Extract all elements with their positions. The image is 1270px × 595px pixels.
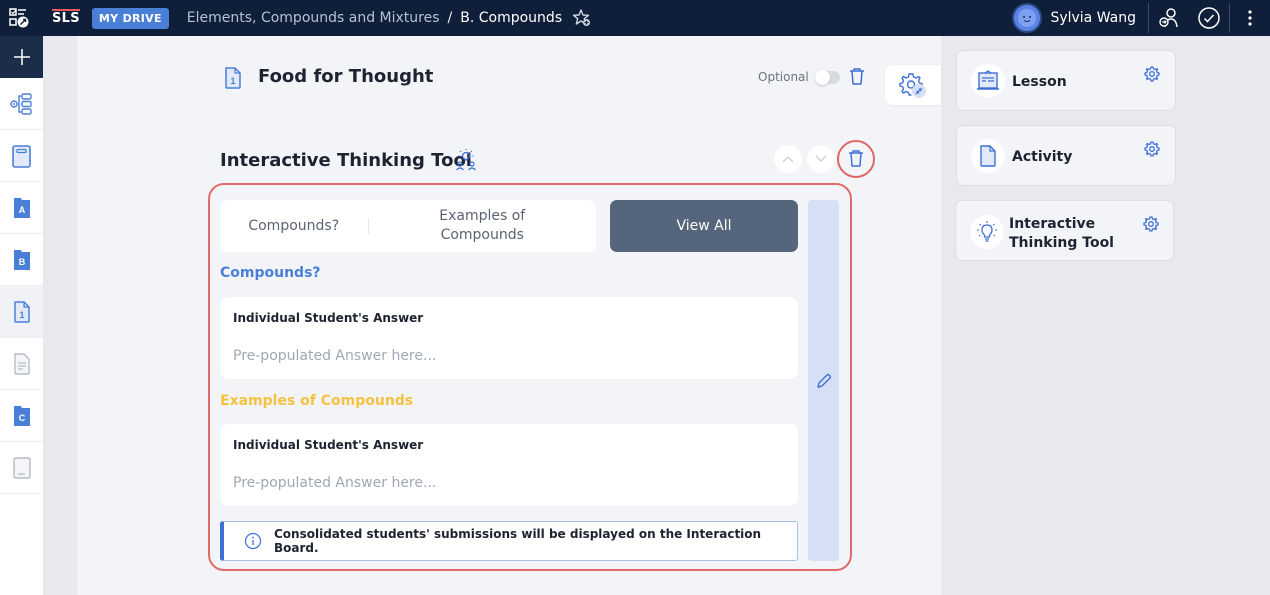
submit-check-button[interactable] xyxy=(1189,0,1229,36)
right-panel xyxy=(941,36,1270,595)
rail-item-notebook[interactable] xyxy=(0,130,43,182)
svg-text:A: A xyxy=(18,205,25,215)
lesson-icon-wrap xyxy=(971,64,1005,98)
lightbulb-people-icon xyxy=(456,149,476,171)
user-switch-icon xyxy=(1159,8,1178,28)
switch-user-button[interactable] xyxy=(1149,0,1189,36)
activity-page-icon xyxy=(980,145,996,167)
chevron-down-icon xyxy=(815,155,827,162)
svg-text:B: B xyxy=(18,257,25,267)
card-label: Lesson xyxy=(1012,74,1067,90)
card-label: Interactive Thinking Tool xyxy=(1009,216,1114,251)
notebook-icon xyxy=(11,144,31,168)
optional-label: Optional xyxy=(758,70,809,84)
gear-icon xyxy=(1143,216,1159,232)
trash-icon xyxy=(850,68,864,85)
info-icon xyxy=(244,532,262,550)
apps-menu-button[interactable] xyxy=(0,0,40,36)
lightbulb-icon xyxy=(977,221,997,242)
favourite-star-button[interactable] xyxy=(572,8,592,28)
tab-examples-of-compounds[interactable]: Examples of Compounds xyxy=(369,200,597,252)
rail-item-lesson-map[interactable] xyxy=(0,78,43,130)
folder-b-icon: B xyxy=(13,249,30,270)
svg-text:1: 1 xyxy=(230,76,235,86)
add-activity-card[interactable]: Activity xyxy=(956,125,1176,186)
move-down-button[interactable] xyxy=(807,145,835,173)
rail-item-page-1[interactable]: 1 xyxy=(0,286,43,338)
folder-c-icon: C xyxy=(13,405,30,426)
edit-component-bar[interactable] xyxy=(808,200,839,561)
delete-component-button[interactable] xyxy=(837,140,875,178)
answer-label: Individual Student's Answer xyxy=(233,311,424,325)
settings-collapse-icon xyxy=(899,73,926,98)
card-label: Activity xyxy=(1012,149,1073,165)
lesson-map-icon xyxy=(9,92,32,115)
gear-icon xyxy=(1144,66,1160,82)
breadcrumb-current: B. Compounds xyxy=(460,10,563,26)
kebab-menu-icon xyxy=(1248,10,1252,26)
rail-item-book[interactable] xyxy=(0,442,43,494)
thinking-tool-icon xyxy=(454,148,478,176)
move-up-button[interactable] xyxy=(774,145,802,173)
checklist-apps-icon xyxy=(9,8,29,28)
user-name[interactable]: Sylvia Wang xyxy=(1050,10,1136,26)
breadcrumb-separator: / xyxy=(447,10,453,26)
my-drive-badge[interactable]: MY DRIVE xyxy=(91,7,169,29)
add-lesson-card[interactable]: Lesson xyxy=(956,50,1176,111)
delete-activity-button[interactable] xyxy=(848,67,866,91)
answer-placeholder[interactable]: Pre-populated Answer here... xyxy=(233,475,436,491)
star-add-icon xyxy=(572,9,591,26)
svg-text:C: C xyxy=(18,413,25,423)
rail-item-folder-b[interactable]: B xyxy=(0,234,43,286)
check-circle-icon xyxy=(1198,7,1220,29)
tab-compounds[interactable]: Compounds? xyxy=(220,200,368,252)
page-1-icon: 1 xyxy=(13,300,30,323)
optional-toggle[interactable] xyxy=(815,70,840,85)
trash-icon xyxy=(849,150,863,167)
smiley-avatar-icon xyxy=(1018,9,1037,27)
gutter xyxy=(43,36,77,595)
plus-icon xyxy=(13,49,30,65)
pencil-icon xyxy=(816,373,831,388)
notice-text: Consolidated students' submissions will … xyxy=(274,527,762,555)
left-rail: A B 1 C xyxy=(0,36,43,595)
rail-item-document[interactable] xyxy=(0,338,43,390)
chevron-up-icon xyxy=(782,156,794,163)
folder-a-icon: A xyxy=(13,197,30,218)
itt-icon-wrap xyxy=(970,215,1004,249)
page-1-icon: 1 xyxy=(225,67,241,89)
rail-item-folder-c[interactable]: C xyxy=(0,390,43,442)
component-title: Interactive Thinking Tool xyxy=(220,150,472,171)
book-icon xyxy=(12,456,31,479)
activity-title[interactable]: Food for Thought xyxy=(258,66,433,87)
gear-icon xyxy=(1144,141,1160,157)
answer-card-examples[interactable]: Individual Student's Answer Pre-populate… xyxy=(220,424,798,506)
add-button[interactable] xyxy=(0,36,43,78)
activity-icon-wrap xyxy=(971,139,1005,173)
answer-label: Individual Student's Answer xyxy=(233,438,424,452)
component-settings-toggle-button[interactable] xyxy=(885,65,941,105)
breadcrumb-parent[interactable]: Elements, Compounds and Mixtures xyxy=(187,10,440,26)
sls-logo[interactable]: SLS xyxy=(52,8,80,26)
activity-settings-button[interactable] xyxy=(1144,141,1160,161)
top-bar: SLS MY DRIVE Elements, Compounds and Mix… xyxy=(0,0,1270,36)
svg-text:1: 1 xyxy=(19,310,24,320)
answer-placeholder[interactable]: Pre-populated Answer here... xyxy=(233,348,436,364)
page-number-icon: 1 xyxy=(223,66,243,94)
view-all-button[interactable]: View All xyxy=(610,200,798,252)
section-tabs: Compounds? Examples of Compounds xyxy=(220,200,596,252)
lesson-board-icon xyxy=(977,70,999,90)
lesson-settings-button[interactable] xyxy=(1144,66,1160,86)
answer-card-compounds[interactable]: Individual Student's Answer Pre-populate… xyxy=(220,297,798,379)
add-interactive-thinking-tool-card[interactable]: Interactive Thinking Tool xyxy=(955,200,1174,261)
info-notice: Consolidated students' submissions will … xyxy=(220,521,798,561)
document-icon xyxy=(13,352,30,375)
more-options-button[interactable] xyxy=(1230,0,1270,36)
itt-settings-button[interactable] xyxy=(1143,216,1159,236)
section-label-compounds: Compounds? xyxy=(220,265,321,281)
rail-item-folder-a[interactable]: A xyxy=(0,182,43,234)
section-label-examples: Examples of Compounds xyxy=(220,393,414,409)
toggle-knob xyxy=(815,70,830,85)
avatar[interactable] xyxy=(1014,5,1041,31)
